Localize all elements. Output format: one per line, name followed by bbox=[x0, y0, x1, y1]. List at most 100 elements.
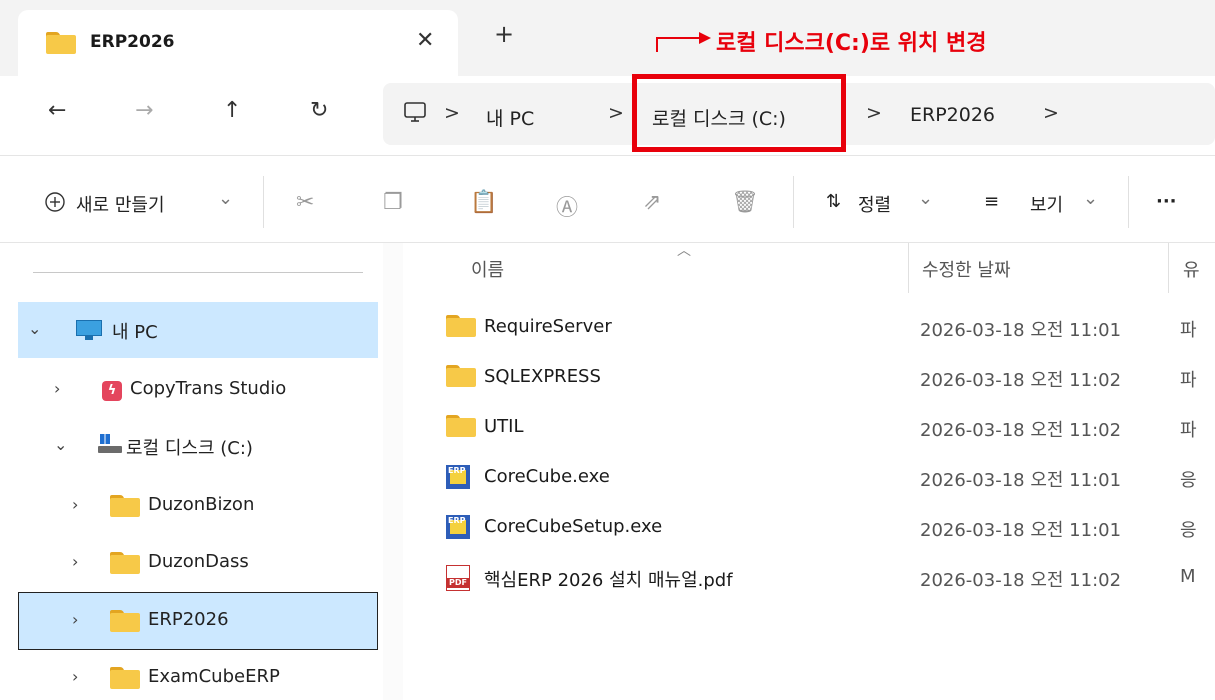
folder-icon bbox=[110, 667, 140, 694]
file-row[interactable]: UTIL 2026-03-18 오전 11:02 파 bbox=[440, 402, 1215, 452]
breadcrumb-my-pc[interactable]: 내 PC bbox=[486, 104, 534, 131]
highlight-box bbox=[632, 74, 846, 152]
close-icon[interactable]: ✕ bbox=[416, 28, 434, 53]
rename-icon[interactable]: Ⓐ bbox=[556, 190, 578, 222]
sidebar-item-label: ERP2026 bbox=[148, 609, 229, 630]
copy-icon[interactable]: ❐ bbox=[383, 190, 403, 215]
column-header-type[interactable]: 유 bbox=[1183, 256, 1200, 282]
breadcrumb-separator: > bbox=[1043, 102, 1059, 124]
file-row[interactable]: ERP CoreCube.exe 2026-03-18 오전 11:01 응 bbox=[440, 452, 1215, 502]
file-type: 파 bbox=[1180, 420, 1197, 441]
folder-icon bbox=[446, 415, 476, 442]
tab-erp2026[interactable]: ERP2026 ✕ bbox=[18, 10, 458, 76]
delete-icon[interactable]: 🗑 bbox=[731, 190, 759, 215]
column-header-name[interactable]: 이름 bbox=[471, 256, 504, 282]
chevron-down-icon[interactable]: ⌄ bbox=[54, 435, 67, 454]
file-row[interactable]: RequireServer 2026-03-18 오전 11:01 파 bbox=[440, 302, 1215, 352]
nav-scrollbar[interactable] bbox=[383, 243, 403, 700]
paste-icon[interactable]: 📋 bbox=[470, 190, 497, 215]
column-separator[interactable] bbox=[908, 243, 909, 293]
file-type: 응 bbox=[1180, 470, 1197, 491]
up-button[interactable]: ↑ bbox=[223, 98, 241, 123]
sidebar-item-label: ExamCubeERP bbox=[148, 666, 280, 687]
tab-title: ERP2026 bbox=[90, 32, 175, 52]
new-tab-button[interactable]: + bbox=[494, 20, 514, 48]
file-name: RequireServer bbox=[484, 316, 612, 337]
drive-icon bbox=[98, 434, 122, 459]
plus-circle-icon bbox=[45, 192, 65, 212]
share-icon[interactable]: ⇗ bbox=[643, 190, 661, 215]
folder-icon bbox=[110, 610, 140, 637]
refresh-button[interactable]: ↻ bbox=[310, 98, 328, 123]
file-type: 파 bbox=[1180, 370, 1197, 391]
chevron-right-icon[interactable]: › bbox=[72, 610, 78, 629]
toolbar-separator bbox=[793, 176, 794, 228]
sort-ascending-icon: ︿ bbox=[677, 243, 691, 259]
view-button[interactable]: 보기 bbox=[1030, 191, 1063, 217]
folder-icon bbox=[446, 315, 476, 342]
folder-icon bbox=[446, 365, 476, 392]
chevron-right-icon[interactable]: › bbox=[54, 379, 60, 398]
sidebar-item-label: CopyTrans Studio bbox=[130, 378, 287, 399]
sidebar-item-examcubeerp[interactable]: › ExamCubeERP bbox=[18, 650, 378, 700]
more-button[interactable]: ··· bbox=[1156, 191, 1177, 212]
sort-icon: ⇅ bbox=[826, 191, 842, 212]
file-type: M bbox=[1180, 566, 1196, 587]
column-header-date[interactable]: 수정한 날짜 bbox=[922, 256, 1011, 282]
file-date: 2026-03-18 오전 11:02 bbox=[920, 570, 1122, 591]
folder-icon bbox=[110, 495, 140, 522]
file-type: 응 bbox=[1180, 520, 1197, 541]
file-name: 핵심ERP 2026 설치 매뉴얼.pdf bbox=[484, 570, 733, 591]
sort-button[interactable]: 정렬 bbox=[858, 191, 891, 217]
annotation-text: 로컬 디스크(C:)로 위치 변경 bbox=[716, 31, 987, 56]
file-name: SQLEXPRESS bbox=[484, 366, 601, 387]
cut-icon[interactable]: ✂ bbox=[296, 190, 314, 215]
breadcrumb-erp2026[interactable]: ERP2026 bbox=[910, 104, 995, 126]
file-name: CoreCube.exe bbox=[484, 466, 610, 487]
sidebar-item-erp2026[interactable]: › ERP2026 bbox=[18, 592, 378, 650]
nav-divider bbox=[33, 272, 363, 273]
sidebar-item-duzonbizon[interactable]: › DuzonBizon bbox=[18, 478, 378, 534]
chevron-down-icon[interactable]: ⌄ bbox=[28, 319, 41, 338]
file-row[interactable]: SQLEXPRESS 2026-03-18 오전 11:02 파 bbox=[440, 352, 1215, 402]
view-icon: ≡ bbox=[984, 191, 1000, 212]
breadcrumb-separator: > bbox=[608, 102, 624, 124]
file-row[interactable]: PDF 핵심ERP 2026 설치 매뉴얼.pdf 2026-03-18 오전 … bbox=[440, 552, 1215, 602]
exe-icon: ERP bbox=[446, 465, 470, 494]
computer-icon bbox=[404, 102, 426, 122]
file-name: UTIL bbox=[484, 416, 524, 437]
breadcrumb-separator: > bbox=[444, 102, 460, 124]
column-separator[interactable] bbox=[1168, 243, 1169, 293]
exe-icon: ERP bbox=[446, 515, 470, 544]
file-date: 2026-03-18 오전 11:02 bbox=[920, 370, 1122, 391]
monitor-icon bbox=[76, 320, 102, 345]
back-button[interactable]: ← bbox=[48, 98, 66, 123]
file-date: 2026-03-18 오전 11:02 bbox=[920, 420, 1122, 441]
sidebar-item-local-disk[interactable]: ⌄ 로컬 디스크 (C:) bbox=[18, 418, 378, 474]
chevron-down-icon: ⌄ bbox=[218, 188, 234, 209]
folder-icon bbox=[46, 32, 76, 58]
sidebar-item-duzondass[interactable]: › DuzonDass bbox=[18, 535, 378, 591]
toolbar-separator bbox=[263, 176, 264, 228]
sidebar-item-label: 로컬 디스크 (C:) bbox=[126, 438, 253, 459]
sidebar-item-my-pc[interactable]: ⌄ 내 PC bbox=[18, 302, 378, 358]
chevron-down-icon: ⌄ bbox=[918, 188, 934, 209]
sidebar-item-label: 내 PC bbox=[112, 322, 158, 343]
file-date: 2026-03-18 오전 11:01 bbox=[920, 470, 1122, 491]
forward-button[interactable]: → bbox=[135, 98, 153, 123]
breadcrumb-separator: > bbox=[866, 102, 882, 124]
chevron-right-icon[interactable]: › bbox=[72, 667, 78, 686]
sidebar-item-copytrans[interactable]: › ϟ CopyTrans Studio bbox=[18, 362, 378, 418]
folder-icon bbox=[110, 552, 140, 579]
file-name: CoreCubeSetup.exe bbox=[484, 516, 663, 537]
chevron-right-icon[interactable]: › bbox=[72, 552, 78, 571]
chevron-right-icon[interactable]: › bbox=[72, 495, 78, 514]
annotation-arrow-icon bbox=[656, 32, 711, 52]
toolbar-separator bbox=[1128, 176, 1129, 228]
chevron-down-icon: ⌄ bbox=[1083, 188, 1099, 209]
file-date: 2026-03-18 오전 11:01 bbox=[920, 520, 1122, 541]
new-button[interactable]: 새로 만들기 bbox=[76, 191, 165, 217]
sidebar-item-label: DuzonDass bbox=[148, 551, 249, 572]
file-row[interactable]: ERP CoreCubeSetup.exe 2026-03-18 오전 11:0… bbox=[440, 502, 1215, 552]
sidebar-item-label: DuzonBizon bbox=[148, 494, 255, 515]
